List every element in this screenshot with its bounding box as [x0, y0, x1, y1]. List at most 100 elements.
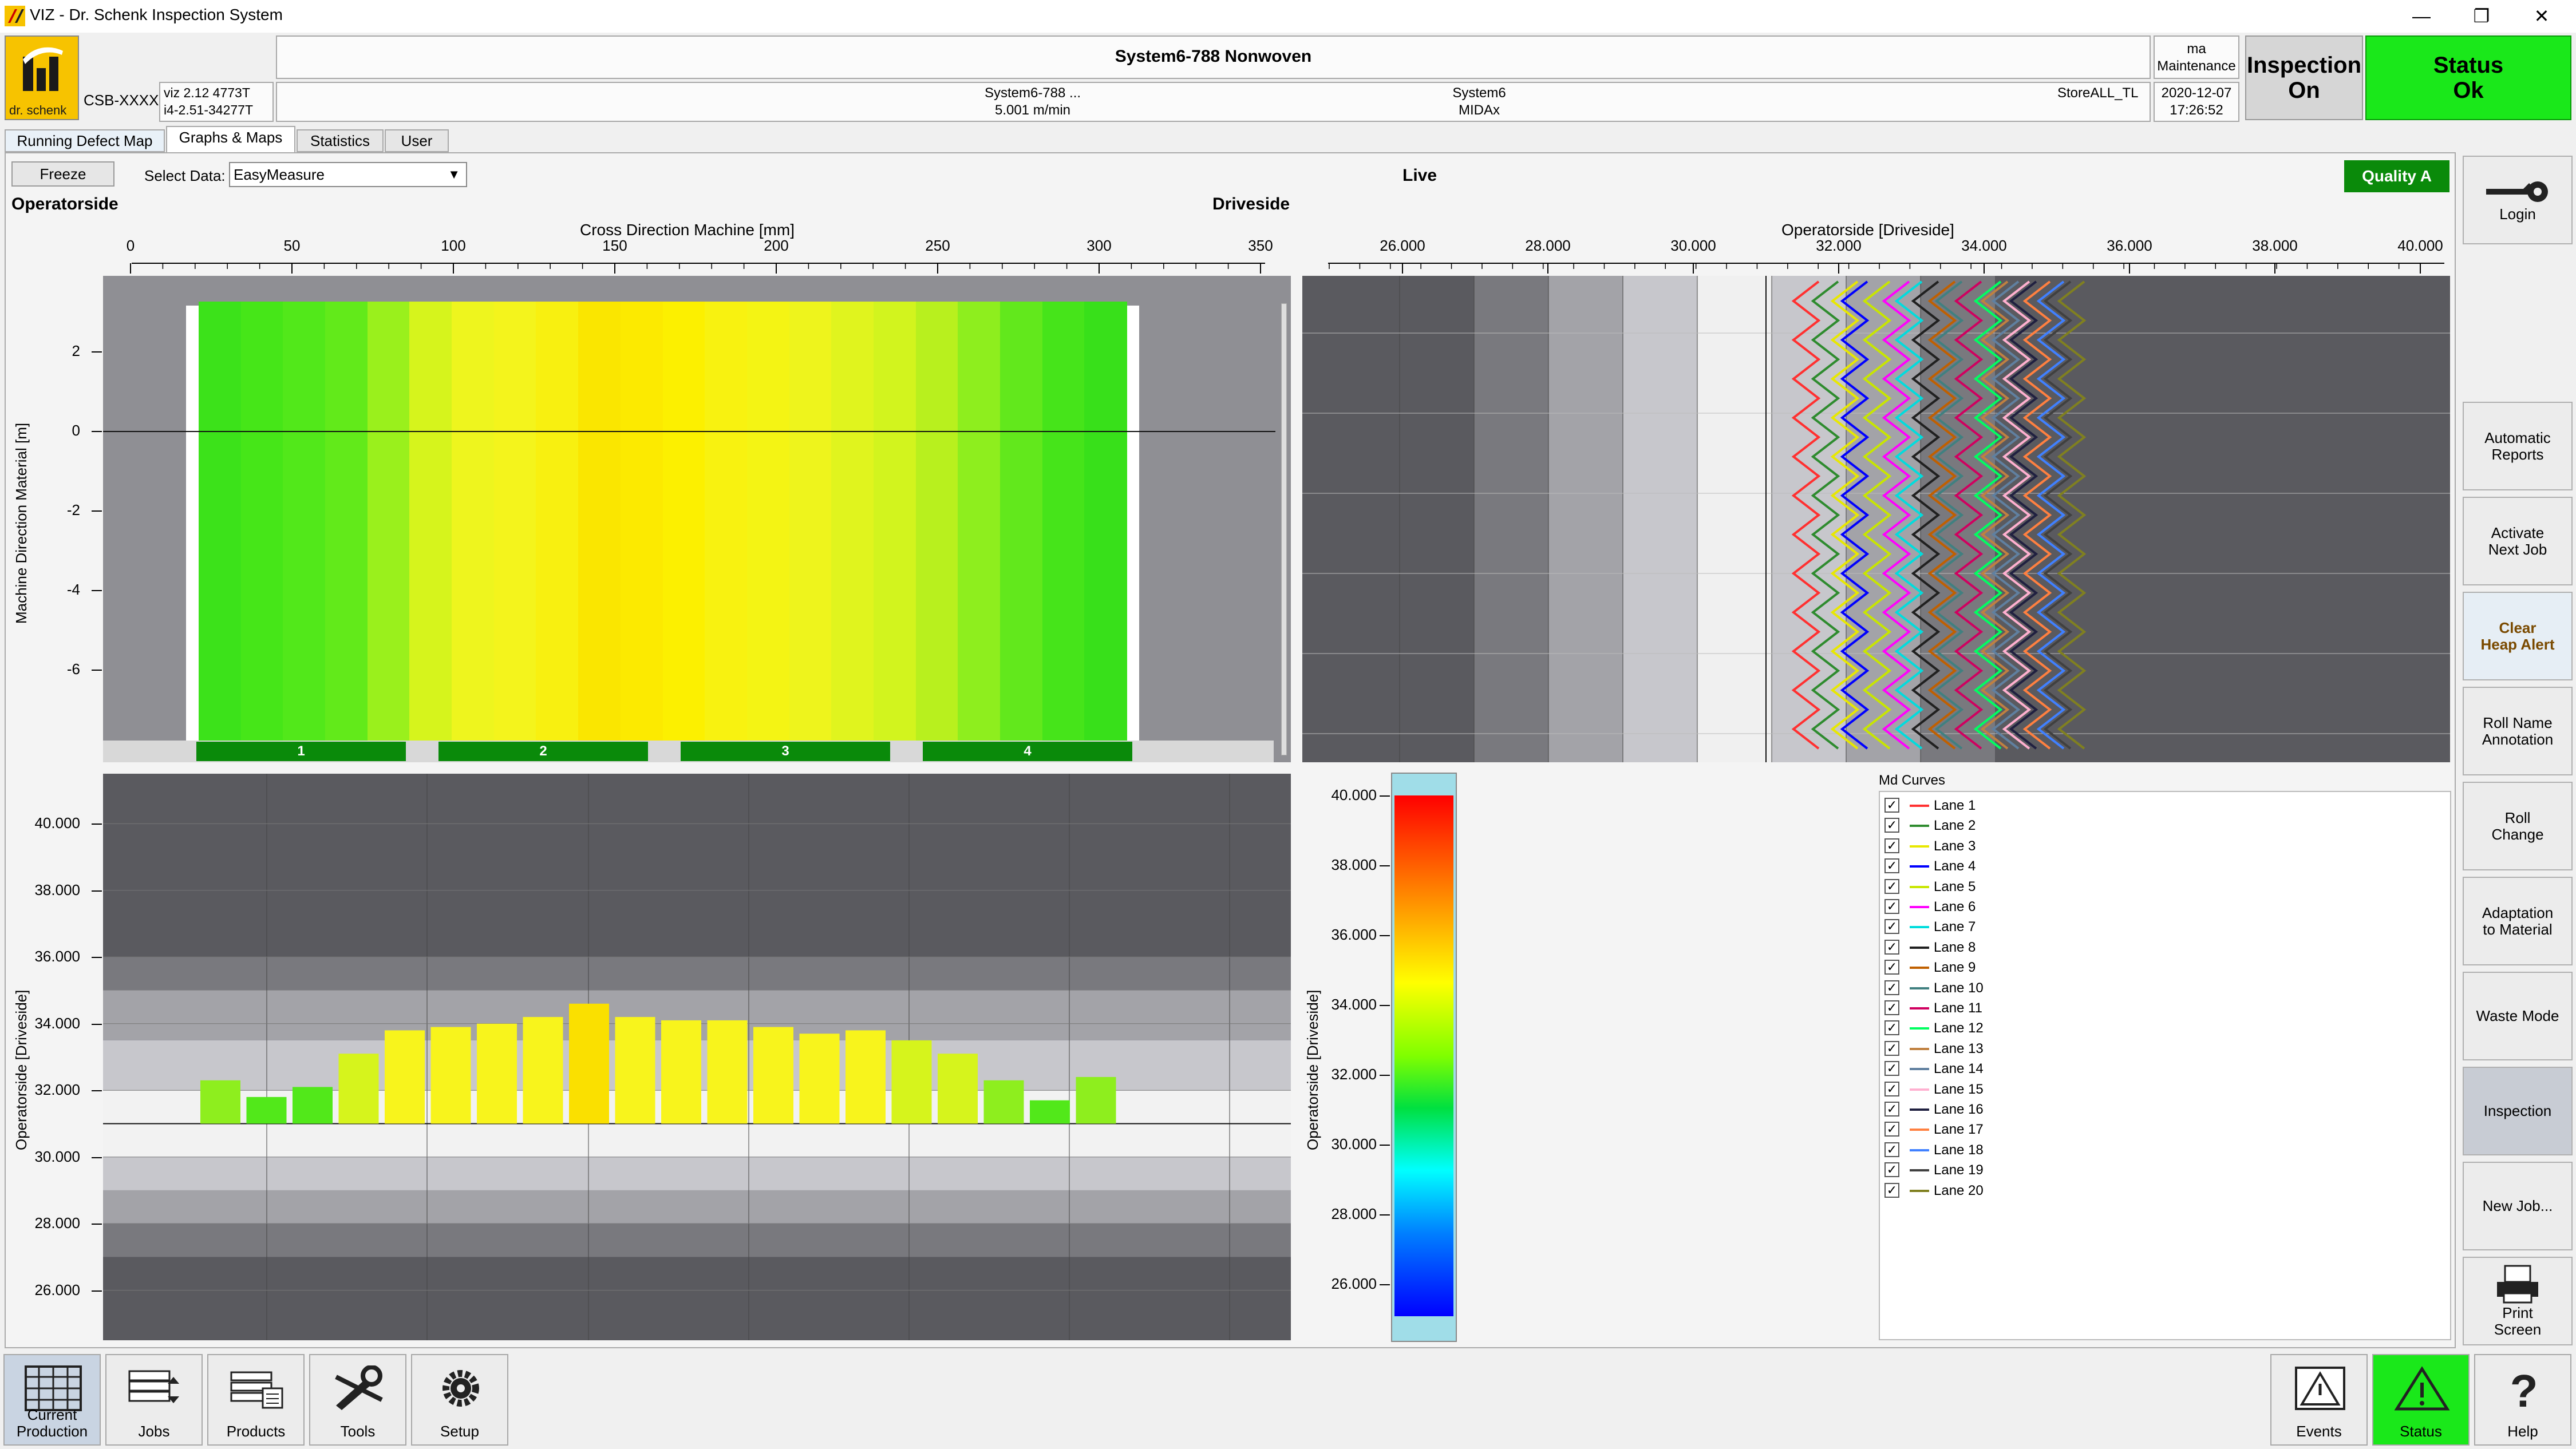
lane-checkbox[interactable]: ✓: [1884, 838, 1899, 853]
clear-heap-alert-button[interactable]: Clear Heap Alert: [2463, 592, 2573, 680]
lane-label[interactable]: 3: [681, 742, 890, 761]
status-ok-indicator[interactable]: Status Ok: [2365, 35, 2571, 120]
bar-y-tick: [92, 957, 102, 959]
heatmap-column: [873, 302, 916, 741]
bar-y-tick-label: 40.000: [34, 814, 80, 832]
jobs-button[interactable]: Jobs: [105, 1354, 203, 1446]
select-data-dropdown[interactable]: EasyMeasure ▼: [229, 162, 467, 187]
color-scale-gradient: [1394, 795, 1453, 1316]
md-tick-label: -2: [66, 501, 80, 518]
login-button[interactable]: Login: [2463, 156, 2573, 244]
current-line-2: Production: [16, 1423, 88, 1440]
time: 17:26:52: [2170, 102, 2223, 118]
lane-checkbox[interactable]: ✓: [1884, 899, 1899, 914]
heatmap-plot[interactable]: 1 2 3 4: [103, 276, 1291, 762]
products-label: Products: [226, 1423, 286, 1440]
bar: [385, 1030, 425, 1124]
setup-button[interactable]: Setup: [411, 1354, 508, 1446]
lane-swatch: [1910, 1189, 1929, 1192]
print-screen-button[interactable]: Print Screen: [2463, 1257, 2573, 1345]
info-a1: System6-788 ...: [984, 85, 1081, 101]
status-button[interactable]: Status: [2372, 1354, 2470, 1446]
roll-name-line-2: Annotation: [2482, 730, 2554, 748]
automatic-reports-button[interactable]: Automatic Reports: [2463, 402, 2573, 490]
heatmap-zero-line: [103, 431, 1275, 432]
lane-legend-label: Lane 3: [1934, 838, 1976, 854]
lane-checkbox[interactable]: ✓: [1884, 1081, 1899, 1096]
lane-legend-label: Lane 10: [1934, 980, 1984, 996]
tab-running-defect-map[interactable]: Running Defect Map: [5, 129, 165, 152]
current-production-button[interactable]: Current Production: [3, 1354, 101, 1446]
tab-statistics[interactable]: Statistics: [297, 129, 384, 152]
curves-tick-label: 30.000: [1670, 237, 1716, 254]
lane-checkbox[interactable]: ✓: [1884, 919, 1899, 935]
lane-swatch: [1910, 926, 1929, 929]
minimize-button[interactable]: —: [2387, 0, 2456, 33]
products-button[interactable]: Products: [207, 1354, 305, 1446]
lane-checkbox[interactable]: ✓: [1884, 798, 1899, 813]
bar-chart-plot[interactable]: [103, 774, 1291, 1340]
question-icon: ?: [2510, 1365, 2538, 1411]
md-curves-plot[interactable]: [1302, 276, 2450, 762]
lane-legend-label: Lane 9: [1934, 960, 1976, 976]
clear-line-2: Heap Alert: [2480, 635, 2555, 653]
lane-legend-label: Lane 14: [1934, 1061, 1984, 1077]
lane-checkbox[interactable]: ✓: [1884, 1142, 1899, 1157]
color-scale-frame: [1391, 773, 1457, 1342]
bar-y-tick-label: 32.000: [34, 1081, 80, 1099]
lane-swatch: [1910, 1169, 1929, 1172]
quality-badge: Quality A: [2344, 160, 2449, 192]
lane-checkbox[interactable]: ✓: [1884, 1182, 1899, 1198]
heatmap-column: [452, 302, 495, 741]
inspection-button[interactable]: Inspection: [2463, 1067, 2573, 1155]
lane-label[interactable]: 1: [196, 742, 406, 761]
lane-checkbox[interactable]: ✓: [1884, 1040, 1899, 1056]
curves-tick-label: 34.000: [1961, 237, 2007, 254]
user-name: ma: [2187, 41, 2206, 57]
restore-button[interactable]: ❐: [2447, 0, 2516, 33]
help-button[interactable]: ? Help: [2474, 1354, 2571, 1446]
lane-checkbox[interactable]: ✓: [1884, 1102, 1899, 1117]
date: 2020-12-07: [2161, 85, 2232, 101]
lane-checkbox[interactable]: ✓: [1884, 1000, 1899, 1015]
events-button[interactable]: Events: [2270, 1354, 2368, 1446]
md-tick-label: 0: [72, 422, 80, 439]
activate-next-job-button[interactable]: Activate Next Job: [2463, 497, 2573, 585]
close-button[interactable]: ✕: [2507, 0, 2576, 33]
lane-legend-label: Lane 1: [1934, 798, 1976, 813]
lane-checkbox[interactable]: ✓: [1884, 960, 1899, 975]
lane-checkbox[interactable]: ✓: [1884, 818, 1899, 833]
version-line-2: i4-2.51-34277T: [164, 102, 253, 117]
lane-checkbox[interactable]: ✓: [1884, 1162, 1899, 1178]
roll-change-button[interactable]: Roll Change: [2463, 782, 2573, 870]
tools-button[interactable]: Tools: [309, 1354, 406, 1446]
bar-chart-svg: [103, 774, 1291, 1340]
lane-label[interactable]: 2: [438, 742, 648, 761]
lane-checkbox[interactable]: ✓: [1884, 1020, 1899, 1036]
freeze-button[interactable]: Freeze: [11, 161, 114, 187]
station-id: CSB-XXXX: [84, 92, 159, 109]
bar-y-axis-title: Operatorside [Driveside]: [13, 989, 30, 1150]
inspection-state-button[interactable]: Inspection On: [2245, 35, 2363, 120]
adaptation-to-material-button[interactable]: Adaptation to Material: [2463, 877, 2573, 965]
lane-checkbox[interactable]: ✓: [1884, 878, 1899, 894]
bar: [293, 1087, 333, 1124]
waste-mode-button[interactable]: Waste Mode: [2463, 972, 2573, 1060]
lane-checkbox[interactable]: ✓: [1884, 1122, 1899, 1137]
tab-graphs-maps[interactable]: Graphs & Maps: [166, 126, 295, 152]
scale-tick-label: 34.000: [1331, 996, 1377, 1013]
lane-legend-label: Lane 17: [1934, 1122, 1984, 1138]
scale-tick: [1380, 1145, 1390, 1146]
heatmap-scrollbar[interactable]: [1281, 303, 1287, 755]
lane-label[interactable]: 4: [923, 742, 1132, 761]
new-job-button[interactable]: New Job...: [2463, 1162, 2573, 1250]
products-icon: [230, 1371, 283, 1409]
lane-checkbox[interactable]: ✓: [1884, 980, 1899, 995]
roll-name-annotation-button[interactable]: Roll Name Annotation: [2463, 687, 2573, 775]
lane-checkbox[interactable]: ✓: [1884, 858, 1899, 874]
tab-user[interactable]: User: [385, 129, 449, 152]
stack-icon: [128, 1370, 179, 1403]
lane-checkbox[interactable]: ✓: [1884, 1061, 1899, 1076]
svg-text:?: ?: [2510, 1365, 2538, 1411]
lane-checkbox[interactable]: ✓: [1884, 939, 1899, 955]
